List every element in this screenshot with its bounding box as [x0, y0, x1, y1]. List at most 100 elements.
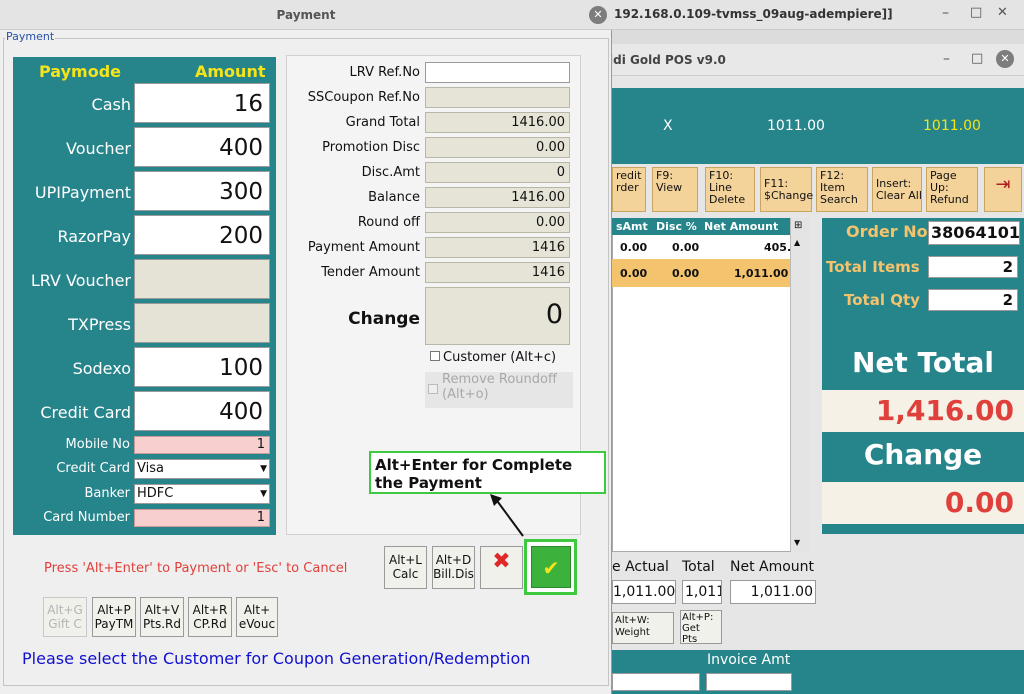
- get-points-button[interactable]: Alt+P: Get Pts: [680, 610, 722, 644]
- table-row-selected[interactable]: 0.00 0.00 1,011.00: [612, 259, 790, 287]
- toolbar-view-label: View: [656, 181, 683, 194]
- points-redeem-button[interactable]: Alt+V Pts.Rd: [140, 597, 184, 637]
- table-scroll-up-icon[interactable]: ▲: [794, 238, 800, 247]
- pos-minimize-button[interactable]: –: [943, 51, 950, 67]
- bg-maximize-button[interactable]: □: [970, 5, 982, 20]
- actual-field[interactable]: 1,011.00: [612, 580, 676, 604]
- mobile-input[interactable]: 1: [134, 436, 270, 454]
- invoice-field-1[interactable]: [612, 673, 700, 691]
- customer-info-message: Please select the Customer for Coupon Ge…: [22, 649, 531, 668]
- change-label: Change: [863, 438, 983, 471]
- table-config-icon[interactable]: ⊞: [794, 220, 802, 231]
- toolbar-exit[interactable]: ⇥: [984, 167, 1022, 212]
- order-no-field[interactable]: 38064101: [928, 221, 1020, 245]
- txpress-label: TXPress: [68, 315, 131, 334]
- toolbar-credit-order[interactable]: redit rder: [612, 167, 646, 212]
- banker-label: Banker: [84, 486, 130, 501]
- calc-button[interactable]: Alt+L Calc: [384, 546, 427, 589]
- pos-window-title: ldi Gold POS v9.0: [609, 53, 726, 67]
- cash-input[interactable]: 16: [134, 83, 270, 123]
- sodexo-input[interactable]: 100: [134, 347, 270, 387]
- invoice-field-2[interactable]: [706, 673, 792, 691]
- press-instruction: Press 'Alt+Enter' to Payment or 'Esc' to…: [44, 561, 348, 576]
- chevron-down-icon: ▼: [260, 464, 267, 474]
- card-number-input[interactable]: 1: [134, 509, 270, 527]
- weight-button[interactable]: Alt+W: Weight: [612, 612, 674, 644]
- toolbar-change[interactable]: F11: $Change: [760, 167, 813, 212]
- paytm-button-key: Alt+P: [97, 603, 131, 617]
- checkbox-icon: [428, 384, 438, 394]
- cancel-button[interactable]: ✖: [480, 546, 523, 589]
- cc-type-label: Credit Card: [56, 461, 130, 476]
- total-items-field[interactable]: 2: [928, 256, 1018, 278]
- e-voucher-button[interactable]: Alt+ eVouc: [236, 597, 278, 637]
- exit-icon: ⇥: [995, 174, 1011, 195]
- actual-label: e Actual: [612, 559, 669, 575]
- lrv-ref-input[interactable]: [425, 62, 570, 83]
- points-redeem-button-key: Alt+V: [144, 603, 180, 617]
- toolbar-view[interactable]: F9: View: [652, 167, 698, 212]
- checkbox-icon: [430, 351, 440, 361]
- pos-close-button[interactable]: ✕: [996, 50, 1014, 68]
- cc-type-value: Visa: [137, 461, 164, 476]
- total-qty-label: Total Qty: [844, 291, 920, 309]
- net-total-label: Net Total: [851, 346, 995, 379]
- total-field[interactable]: 1,011: [682, 580, 722, 604]
- table-row[interactable]: 0.00 0.00 405.00: [612, 236, 810, 258]
- alt-enter-tooltip-text: Alt+Enter for Complete the Payment: [375, 456, 573, 492]
- dialog-close-button[interactable]: ✕: [589, 6, 607, 24]
- change-value: 0.00: [822, 482, 1024, 524]
- toolbar-clear-all-label: Clear All: [876, 189, 922, 202]
- pos-maximize-button[interactable]: □: [971, 51, 983, 66]
- bg-minimize-button[interactable]: –: [942, 5, 949, 21]
- round-off-value: 0.00: [425, 212, 570, 233]
- bill-disc-button[interactable]: Alt+D Bill.Dis: [432, 546, 475, 589]
- paymode-header: Paymode: [39, 62, 121, 81]
- mobile-label: Mobile No: [65, 437, 130, 452]
- razorpay-input[interactable]: 200: [134, 215, 270, 255]
- tooltip-arrow: [490, 494, 524, 537]
- alt-enter-tooltip: Alt+Enter for Complete the Payment: [369, 451, 606, 494]
- upipayment-input[interactable]: 300: [134, 171, 270, 211]
- gift-card-button-label: Gift C: [48, 617, 82, 631]
- coupon-redeem-button-key: Alt+R: [192, 603, 228, 617]
- toolbar-refund[interactable]: Page Up: Refund: [926, 167, 978, 212]
- row1-disc: 0.00: [672, 241, 700, 254]
- payment-amount-value: 1416: [425, 237, 570, 258]
- cc-type-select[interactable]: Visa ▼: [134, 459, 270, 479]
- sodexo-label: Sodexo: [72, 359, 131, 378]
- bg-close-button[interactable]: ✕: [997, 5, 1008, 20]
- remove-roundoff-checkbox[interactable]: Remove Roundoff (Alt+o): [425, 372, 573, 408]
- net-amount-field[interactable]: 1,011.00: [730, 580, 816, 604]
- coupon-redeem-button[interactable]: Alt+R CP.Rd: [188, 597, 232, 637]
- confirm-payment-button[interactable]: ✔: [531, 546, 571, 588]
- paytm-button[interactable]: Alt+P PayTM: [92, 597, 136, 637]
- payment-group-label: Payment: [5, 30, 56, 43]
- chevron-down-icon: ▼: [260, 489, 267, 499]
- toolbar-refund-label: Refund: [930, 193, 969, 206]
- gift-card-button: Alt+G Gift C: [43, 597, 87, 637]
- razorpay-label: RazorPay: [57, 227, 131, 246]
- customer-checkbox[interactable]: Customer (Alt+c): [430, 350, 556, 365]
- toolbar-clear-all[interactable]: Insert: Clear All: [872, 167, 922, 212]
- tender-amount-value: 1416: [425, 262, 570, 283]
- table-scroll-down-icon[interactable]: ▼: [794, 538, 800, 547]
- total-qty-field[interactable]: 2: [928, 289, 1018, 311]
- banker-value: HDFC: [137, 486, 174, 501]
- disc-amt-value: 0: [425, 162, 570, 183]
- change-label-dialog: Change: [348, 309, 420, 329]
- change-value-dialog: 0: [425, 287, 570, 345]
- toolbar-item-search[interactable]: F12: Item Search: [816, 167, 868, 212]
- banner-value-1: 1011.00: [767, 118, 825, 134]
- paymode-panel: Paymode Amount Cash 16 Voucher 400 UPIPa…: [13, 57, 276, 535]
- credit-card-input[interactable]: 400: [134, 391, 270, 431]
- grand-total-label: Grand Total: [345, 115, 420, 130]
- payment-amount-label: Payment Amount: [307, 240, 420, 255]
- voucher-input[interactable]: 400: [134, 127, 270, 167]
- toolbar-line-delete[interactable]: F10: Line Delete: [705, 167, 755, 212]
- sscoupon-ref-input: [425, 87, 570, 108]
- bg-window-title: 192.168.0.109-tvmss_09aug-adempiere]]: [614, 7, 893, 21]
- table-scrollbar[interactable]: ▲ ▼ ⊞: [790, 218, 810, 552]
- banker-select[interactable]: HDFC ▼: [134, 484, 270, 504]
- balance-value: 1416.00: [425, 187, 570, 208]
